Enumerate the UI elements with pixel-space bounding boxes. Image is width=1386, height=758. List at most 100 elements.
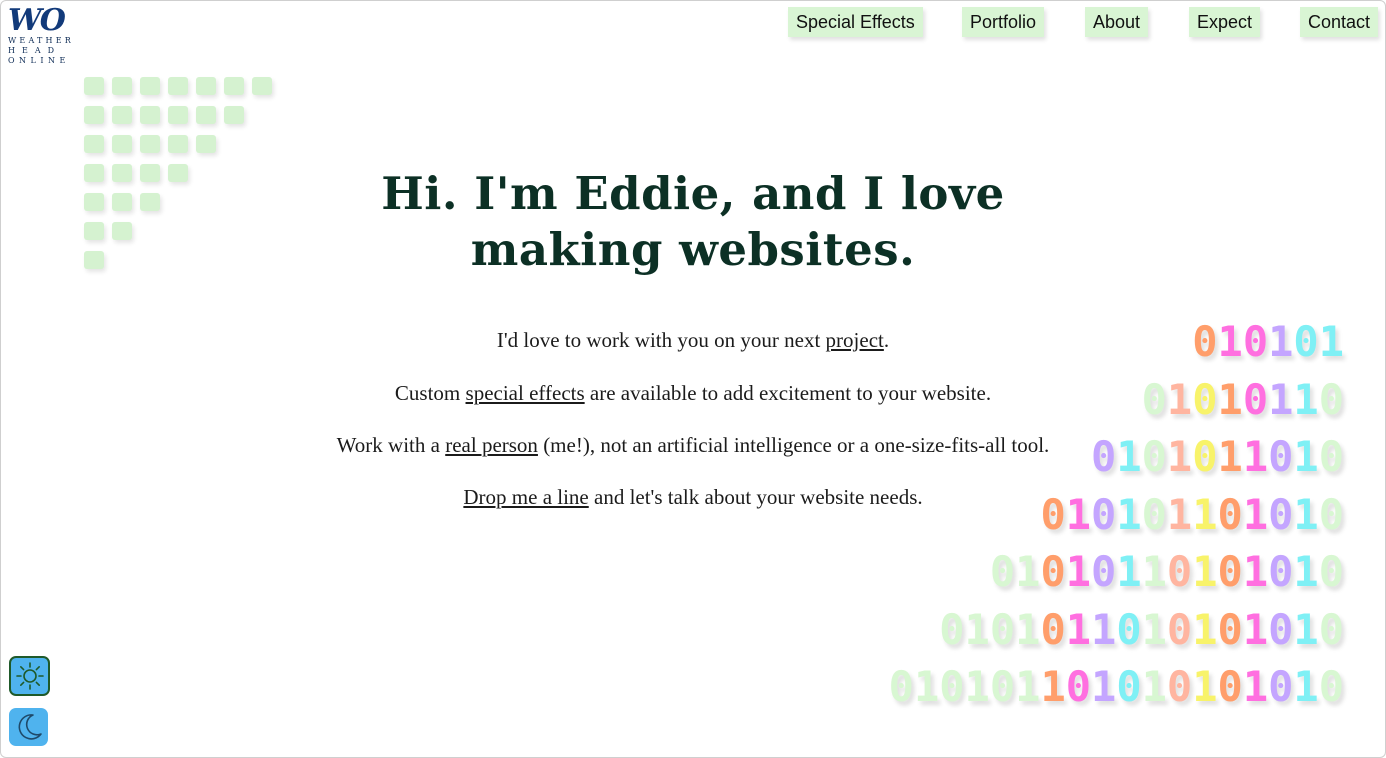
binary-digit: 1 bbox=[1166, 489, 1193, 539]
binary-row: 01010110101010 bbox=[990, 546, 1344, 598]
logo-line-3: ONLINE bbox=[8, 56, 70, 65]
project-link[interactable]: project bbox=[826, 328, 884, 352]
light-mode-button[interactable] bbox=[9, 656, 50, 696]
decorative-square bbox=[196, 77, 216, 95]
logo-line-2: HEAD bbox=[8, 46, 62, 55]
special-effects-link[interactable]: special effects bbox=[466, 381, 585, 405]
binary-digit: 0 bbox=[1217, 604, 1243, 654]
moon-icon bbox=[18, 714, 42, 740]
binary-digit: 0 bbox=[1166, 662, 1193, 711]
binary-digit: 0 bbox=[1141, 374, 1167, 424]
binary-digit: 1 bbox=[1217, 432, 1243, 481]
sun-icon bbox=[15, 662, 44, 690]
binary-digit: 1 bbox=[1293, 374, 1319, 424]
binary-digit: 0 bbox=[989, 547, 1016, 596]
nav-contact[interactable]: Contact bbox=[1300, 7, 1379, 37]
nav-special-effects[interactable]: Special Effects bbox=[788, 7, 923, 37]
binary-digit: 0 bbox=[1166, 547, 1193, 596]
binary-digit: 1 bbox=[1242, 662, 1269, 711]
binary-digit: 1 bbox=[1293, 432, 1319, 481]
site-logo[interactable]: WO WEATHER HEAD ONLINE bbox=[8, 6, 78, 66]
contact-link[interactable]: Drop me a line bbox=[463, 485, 588, 509]
binary-row: 010101101010 bbox=[1040, 489, 1344, 541]
binary-digit: 1 bbox=[1091, 604, 1117, 654]
decorative-square bbox=[196, 135, 216, 153]
binary-digit: 1 bbox=[1065, 604, 1092, 654]
binary-digit: 0 bbox=[1091, 432, 1117, 481]
decorative-square bbox=[168, 106, 188, 124]
binary-digit: 0 bbox=[1268, 432, 1294, 481]
binary-digit: 1 bbox=[964, 662, 990, 711]
nav-portfolio[interactable]: Portfolio bbox=[962, 7, 1045, 37]
binary-row: 010101101010101010 bbox=[889, 661, 1344, 713]
decorative-square bbox=[112, 193, 132, 211]
binary-digit: 1 bbox=[1192, 662, 1218, 711]
decorative-square bbox=[168, 164, 188, 182]
p3-text-after: (me!), not an artificial intelligence or… bbox=[537, 433, 1050, 457]
binary-digit: 0 bbox=[1318, 374, 1344, 424]
binary-digit: 0 bbox=[1192, 432, 1218, 481]
p3-text-before: Work with a bbox=[336, 433, 446, 457]
binary-digit: 1 bbox=[1217, 317, 1243, 366]
binary-digit: 1 bbox=[1015, 662, 1041, 711]
binary-digit: 1 bbox=[1242, 604, 1269, 654]
binary-digit: 1 bbox=[1217, 374, 1243, 424]
decorative-square bbox=[84, 251, 104, 269]
binary-digit: 1 bbox=[1242, 547, 1269, 596]
p1-text-after: . bbox=[883, 328, 890, 352]
binary-digit: 1 bbox=[1065, 547, 1092, 596]
binary-digit: 1 bbox=[1268, 374, 1294, 424]
binary-digit: 1 bbox=[1293, 662, 1319, 711]
decorative-square bbox=[112, 222, 132, 240]
p2-text-after: are available to add excitement to your … bbox=[584, 381, 992, 405]
binary-digit: 0 bbox=[1318, 432, 1344, 481]
binary-digit: 0 bbox=[1040, 604, 1066, 654]
binary-digit: 1 bbox=[1141, 547, 1167, 596]
decorative-square bbox=[140, 193, 160, 211]
binary-digit: 1 bbox=[1015, 604, 1041, 654]
decorative-square bbox=[112, 106, 132, 124]
binary-digit: 1 bbox=[1015, 547, 1041, 596]
binary-digit: 0 bbox=[1192, 374, 1218, 424]
binary-digit: 1 bbox=[1116, 489, 1142, 539]
binary-digit: 0 bbox=[1318, 489, 1344, 539]
binary-digit: 0 bbox=[939, 662, 965, 711]
real-person-link[interactable]: real person bbox=[445, 433, 538, 457]
binary-digit: 0 bbox=[989, 604, 1016, 654]
intro-paragraph-project: I'd love to work with you on your next p… bbox=[300, 328, 1086, 353]
page-headline: Hi. I'm Eddie, and I love making website… bbox=[381, 167, 1005, 276]
binary-row: 01010110 bbox=[1142, 374, 1344, 426]
logo-line-1: WEATHER bbox=[8, 36, 74, 45]
binary-digit: 0 bbox=[1242, 317, 1269, 366]
intro-paragraph-effects: Custom special effects are available to … bbox=[300, 381, 1086, 406]
binary-digit: 0 bbox=[1217, 489, 1243, 539]
binary-row: 0101011010 bbox=[1091, 431, 1344, 483]
nav-about[interactable]: About bbox=[1085, 7, 1149, 37]
binary-digit: 1 bbox=[1192, 489, 1218, 539]
p4-text-after: and let's talk about your website needs. bbox=[588, 485, 923, 509]
p1-text-before: I'd love to work with you on your next bbox=[496, 328, 826, 352]
decorative-square bbox=[140, 164, 160, 182]
binary-digit: 0 bbox=[1217, 547, 1243, 596]
binary-row: 010101 bbox=[1192, 316, 1344, 368]
binary-digit: 1 bbox=[1293, 489, 1319, 539]
nav-expect[interactable]: Expect bbox=[1189, 7, 1261, 37]
decorative-square bbox=[84, 135, 104, 153]
dark-mode-button[interactable] bbox=[9, 708, 48, 746]
decorative-square bbox=[84, 106, 104, 124]
binary-digit: 0 bbox=[1318, 662, 1344, 711]
decorative-square bbox=[84, 222, 104, 240]
binary-digit: 1 bbox=[1192, 547, 1218, 596]
binary-digit: 1 bbox=[1141, 604, 1167, 654]
decorative-square bbox=[224, 77, 244, 95]
binary-digit: 1 bbox=[1065, 489, 1092, 539]
binary-digit: 0 bbox=[1268, 489, 1294, 539]
binary-digit: 0 bbox=[1116, 604, 1142, 654]
binary-digit: 0 bbox=[939, 604, 965, 654]
binary-digit: 0 bbox=[1065, 662, 1092, 711]
binary-digit: 1 bbox=[1293, 604, 1319, 654]
binary-digit: 1 bbox=[1318, 317, 1344, 366]
binary-digit: 0 bbox=[1318, 547, 1344, 596]
binary-digit: 0 bbox=[1268, 547, 1294, 596]
binary-digit: 0 bbox=[1040, 489, 1066, 539]
